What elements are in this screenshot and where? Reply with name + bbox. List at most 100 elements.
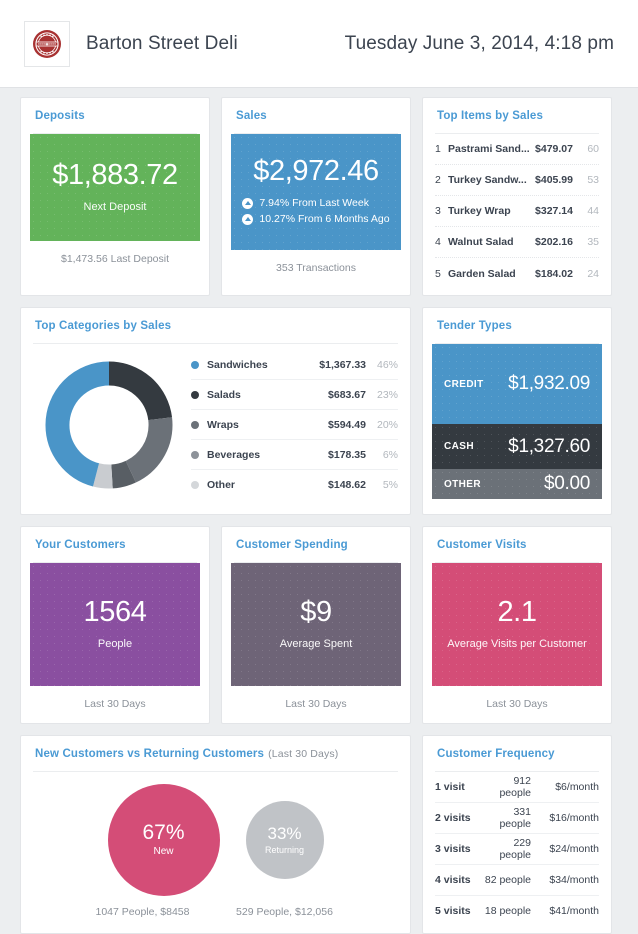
- tender-amount: $1,932.09: [508, 373, 590, 394]
- card-title-your-customers: Your Customers: [35, 539, 126, 551]
- legend-label: Salads: [207, 388, 241, 401]
- tender-band-other[interactable]: OTHER $0.00: [432, 469, 602, 499]
- stamp-badge-logo-icon: [33, 29, 61, 58]
- card-title-sales: Sales: [236, 110, 267, 122]
- frequency-spend: $6/month: [555, 780, 599, 793]
- table-row[interactable]: 3 visits 229 people $24/month: [435, 834, 599, 865]
- bubble-new[interactable]: 67% New: [107, 783, 220, 896]
- card-deposits: Deposits $1,883.72 Next Deposit $1,473.5…: [20, 97, 210, 296]
- frequency-spend: $34/month: [549, 873, 599, 886]
- bubble-returning-wrapper: 33% Returning: [245, 800, 324, 879]
- item-amount: $327.14: [535, 205, 573, 217]
- customer-visits-footer: Last 30 Days: [486, 697, 548, 710]
- legend-percent: 23%: [376, 388, 398, 401]
- legend-color-dot: [191, 390, 199, 399]
- item-quantity: 60: [587, 143, 599, 155]
- item-amount: $184.02: [535, 267, 573, 280]
- list-item[interactable]: 3 Turkey Wrap $327.14 44: [435, 196, 599, 227]
- deposits-footer: $1,473.56 Last Deposit: [61, 252, 169, 265]
- top-categories-legend: Sandwiches $1,367.33 46% Salads $683.67 …: [185, 350, 398, 500]
- dashboard-row-2: Top Categories by Sales Sandwiches $1,36…: [20, 307, 618, 515]
- donut-chart: [33, 357, 185, 493]
- customer-spending-metric-block: $9 Average Spent: [231, 563, 401, 686]
- card-title-customer-frequency: Customer Frequency: [437, 747, 555, 760]
- sales-value: $2,972.46: [253, 155, 379, 187]
- table-row[interactable]: 5 visits 18 people $41/month: [435, 896, 599, 927]
- frequency-people: 18 people: [484, 905, 531, 918]
- deposits-metric-block: $1,883.72 Next Deposit: [30, 134, 200, 241]
- legend-label: Wraps: [207, 418, 239, 431]
- legend-percent: 6%: [382, 448, 398, 461]
- legend-item[interactable]: Sandwiches $1,367.33 46%: [191, 350, 398, 380]
- rank-number: 3: [435, 205, 441, 217]
- your-customers-label: People: [97, 637, 133, 650]
- your-customers-metric-block: 1564 People: [30, 563, 200, 686]
- legend-item[interactable]: Wraps $594.49 20%: [191, 410, 398, 440]
- bubble-returning[interactable]: 33% Returning: [245, 800, 324, 879]
- frequency-people: 229 people: [499, 836, 531, 861]
- bubble-new-footer: 1047 People, $8458: [95, 905, 190, 918]
- list-item[interactable]: 4 Walnut Salad $202.16 35: [435, 227, 599, 258]
- item-amount: $202.16: [535, 236, 573, 248]
- arrow-up-circle-icon: [242, 197, 254, 209]
- item-name: Walnut Salad: [448, 236, 514, 248]
- legend-amount: $148.62: [328, 479, 366, 491]
- new-vs-returning-footers: 1047 People, $8458 529 People, $12,056: [21, 900, 410, 931]
- item-amount: $405.99: [535, 174, 573, 186]
- sales-delta-row: 10.27% From 6 Months Ago: [242, 212, 390, 227]
- frequency-people: 912 people: [499, 774, 531, 799]
- sales-delta-text: 7.94% From Last Week: [259, 196, 369, 209]
- card-title-tender-types: Tender Types: [437, 320, 512, 332]
- legend-amount: $178.35: [328, 448, 366, 461]
- legend-color-dot: [191, 420, 199, 429]
- card-title-customer-spending: Customer Spending: [236, 539, 348, 551]
- tender-amount: $0.00: [543, 473, 590, 494]
- new-vs-returning-bubbles: 67% New 33% Returning: [21, 772, 410, 900]
- frequency-visits: 2 visits: [435, 811, 471, 824]
- tender-band-credit[interactable]: CREDIT $1,932.09: [432, 344, 602, 424]
- top-items-list: 1 Pastrami Sand... $479.07 60 2 Turkey S…: [423, 134, 611, 295]
- tender-band-cash[interactable]: CASH $1,327.60: [432, 424, 602, 469]
- item-name: Garden Salad: [448, 267, 516, 280]
- card-title-customer-visits: Customer Visits: [437, 539, 527, 551]
- list-item[interactable]: 5 Garden Salad $184.02 24: [435, 258, 599, 289]
- card-customer-frequency: Customer Frequency 1 visit 912 people $6…: [422, 734, 612, 934]
- card-customer-visits: Customer Visits 2.1 Average Visits per C…: [422, 526, 612, 724]
- bubble-returning-footer: 529 People, $12,056: [236, 905, 333, 918]
- legend-item[interactable]: Beverages $178.35 6%: [191, 440, 398, 470]
- donut-chart-svg: [45, 361, 173, 489]
- top-categories-body: Sandwiches $1,367.33 46% Salads $683.67 …: [21, 344, 410, 514]
- card-title-top-items: Top Items by Sales: [437, 110, 544, 122]
- legend-amount: $683.67: [328, 388, 366, 401]
- new-vs-returning-subtitle: (Last 30 Days): [268, 747, 339, 760]
- bubble-returning-percent: 33%: [267, 823, 302, 843]
- your-customers-value: 1564: [83, 596, 147, 628]
- tender-label: CREDIT: [444, 378, 484, 390]
- arrow-up-circle-icon: [242, 213, 254, 225]
- your-customers-footer: Last 30 Days: [84, 697, 146, 710]
- legend-percent: 46%: [376, 358, 398, 371]
- bubble-new-label: New: [153, 846, 174, 858]
- card-tender-types: Tender Types CREDIT $1,932.09 CASH $1,32…: [422, 307, 612, 515]
- table-row[interactable]: 1 visit 912 people $6/month: [435, 772, 599, 803]
- sales-delta-text: 10.27% From 6 Months Ago: [259, 212, 390, 225]
- bubble-returning-label: Returning: [264, 844, 305, 855]
- item-amount: $479.07: [535, 143, 573, 155]
- item-name: Turkey Sandw...: [448, 174, 527, 186]
- table-row[interactable]: 4 visits 82 people $34/month: [435, 865, 599, 896]
- tender-amount: $1,327.60: [508, 435, 590, 457]
- list-item[interactable]: 2 Turkey Sandw... $405.99 53: [435, 165, 599, 196]
- card-top-categories: Top Categories by Sales Sandwiches $1,36…: [20, 307, 411, 515]
- frequency-visits: 3 visits: [435, 842, 471, 855]
- frequency-visits: 1 visit: [435, 780, 465, 793]
- legend-item[interactable]: Salads $683.67 23%: [191, 380, 398, 410]
- card-top-items: Top Items by Sales 1 Pastrami Sand... $4…: [422, 97, 612, 296]
- item-name: Pastrami Sand...: [448, 143, 530, 155]
- brand-title: Barton Street Deli: [86, 32, 238, 54]
- legend-item[interactable]: Other $148.62 5%: [191, 470, 398, 500]
- dashboard-row-1: Deposits $1,883.72 Next Deposit $1,473.5…: [20, 97, 618, 296]
- customer-frequency-list: 1 visit 912 people $6/month 2 visits 331…: [423, 772, 611, 933]
- list-item[interactable]: 1 Pastrami Sand... $479.07 60: [435, 134, 599, 165]
- table-row[interactable]: 2 visits 331 people $16/month: [435, 803, 599, 834]
- legend-amount: $594.49: [328, 418, 366, 431]
